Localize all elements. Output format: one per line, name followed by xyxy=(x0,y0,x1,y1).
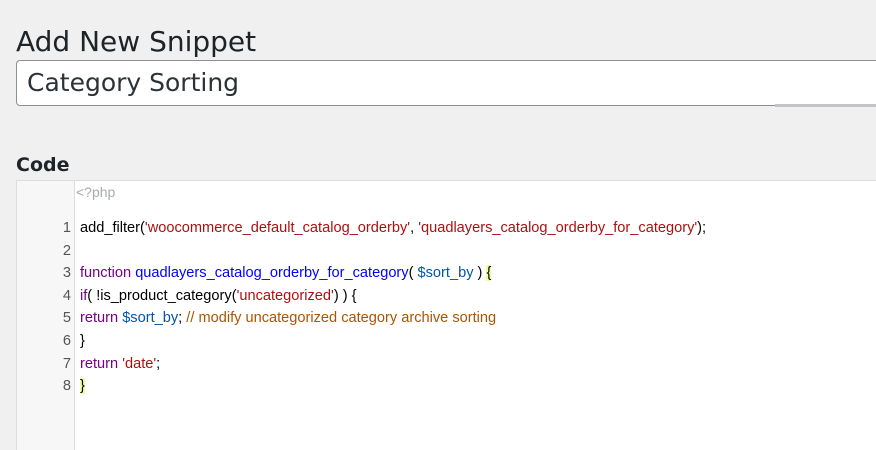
code-section-heading: Code xyxy=(16,153,70,176)
line-number: 4 xyxy=(62,287,71,304)
code-token-plain: ); xyxy=(697,220,707,236)
line-code: if( !is_product_category('uncategorized'… xyxy=(80,285,357,307)
line-number: 1 xyxy=(62,220,71,236)
line-number: 6 xyxy=(62,333,71,349)
title-input-shadow xyxy=(775,104,876,107)
line-code: add_filter('woocommerce_default_catalog_… xyxy=(80,217,706,239)
code-token-match: } xyxy=(80,378,85,395)
code-token-plain: ) ) { xyxy=(333,287,357,304)
line-number: 3 xyxy=(62,265,71,282)
line-number: 8 xyxy=(62,378,71,395)
line-code: } xyxy=(80,330,85,352)
code-token-match: { xyxy=(486,265,492,282)
code-token-str: 'quadlayers_catalog_orderby_for_category… xyxy=(418,220,698,236)
code-token-plain: } xyxy=(80,333,85,349)
code-token-kw: return xyxy=(80,355,119,372)
php-open-tag: <?php xyxy=(76,184,116,200)
line-number: 7 xyxy=(62,355,71,372)
code-token-var: $sort_by xyxy=(122,310,179,327)
code-token-plain: , xyxy=(410,220,419,236)
code-editor[interactable]: <?php 1 add_filter('woocommerce_default_c… xyxy=(16,180,876,450)
code-token-def: quadlayers_catalog_orderby_for_category xyxy=(135,265,409,282)
code-token-kw: return xyxy=(80,310,119,327)
code-token-cmt: // modify uncategorized category archive… xyxy=(186,310,497,327)
line-code: } xyxy=(80,375,85,397)
line-code: function quadlayers_catalog_orderby_for_… xyxy=(80,262,492,284)
code-token-kw: function xyxy=(80,265,132,282)
code-token-plain: ( xyxy=(408,265,418,282)
line-code: return 'date'; xyxy=(80,353,160,375)
snippet-title-input[interactable]: Category Sorting xyxy=(16,60,876,106)
code-token-plain: ; xyxy=(156,355,161,372)
code-token-str: 'date' xyxy=(122,355,157,372)
code-token-plain: ) xyxy=(473,265,487,282)
line-code: return $sort_by; // modify uncategorized… xyxy=(80,307,496,329)
page-title: Add New Snippet xyxy=(16,24,257,58)
code-token-plain: add_filter( xyxy=(80,220,145,236)
code-token-plain: ( !is_product_category( xyxy=(87,287,237,304)
code-token-var: $sort_by xyxy=(417,265,474,282)
line-number: 2 xyxy=(62,242,71,259)
line-number: 5 xyxy=(62,310,71,327)
code-token-str: 'woocommerce_default_catalog_orderby' xyxy=(144,220,411,236)
code-token-str: 'uncategorized' xyxy=(236,287,334,304)
